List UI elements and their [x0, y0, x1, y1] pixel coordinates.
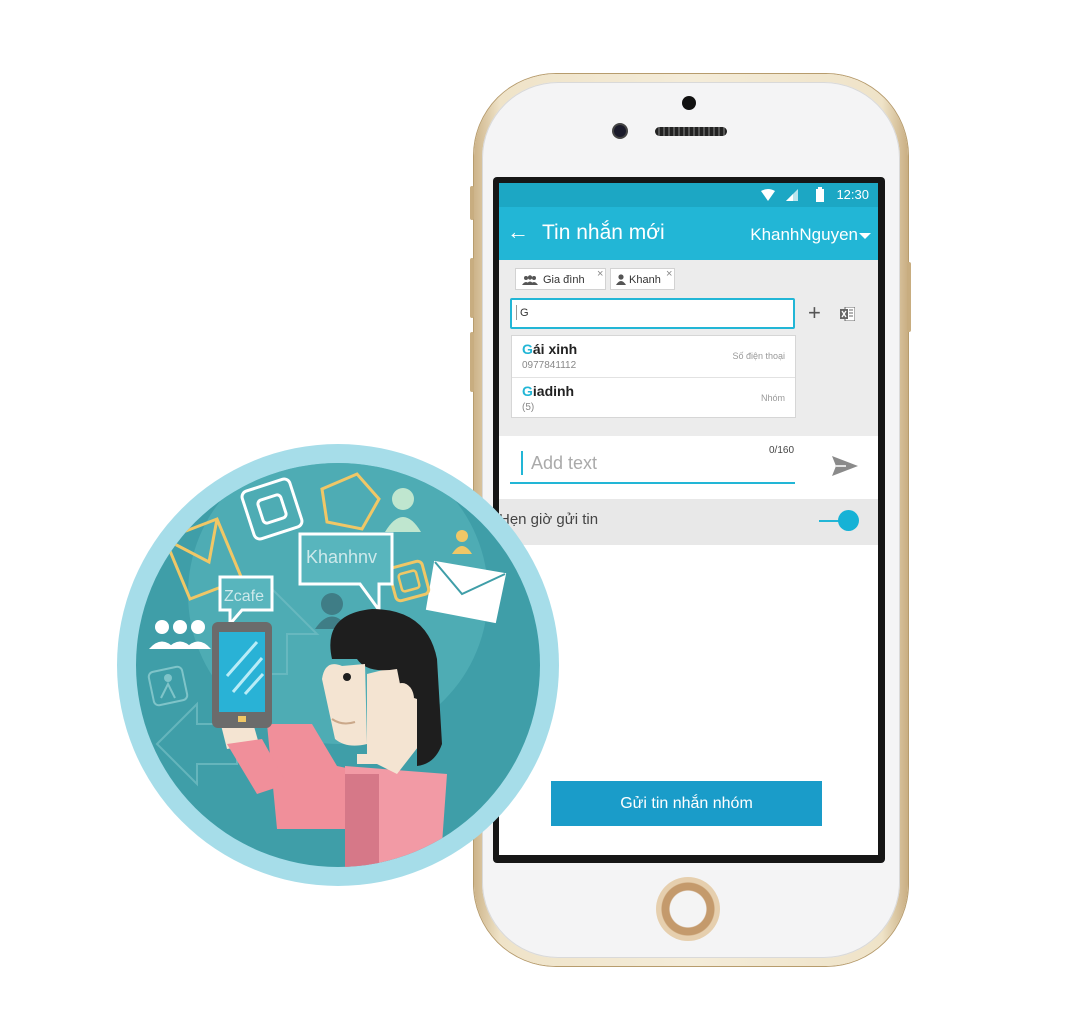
- phone-power-button: [907, 262, 911, 332]
- suggestion-item[interactable]: Giadinh (5) Nhóm: [512, 377, 795, 418]
- battery-icon: [816, 187, 824, 202]
- schedule-toggle[interactable]: [838, 510, 859, 531]
- send-group-message-button[interactable]: Gửi tin nhắn nhóm: [551, 781, 822, 826]
- caret-down-icon[interactable]: [859, 233, 871, 239]
- person-icon: [616, 274, 626, 285]
- suggestion-item[interactable]: Gái xinh 0977841112 Số điện thoại: [512, 336, 795, 376]
- recipient-chip-group[interactable]: Gia đình ×: [515, 268, 606, 290]
- suggestion-list: Gái xinh 0977841112 Số điện thoại Giadin…: [511, 335, 796, 418]
- suggestion-type: Nhóm: [760, 393, 785, 403]
- app-bar: ← Tin nhắn mới KhanhNguyen: [499, 207, 878, 260]
- recipient-chip-label: Khanh: [629, 274, 661, 286]
- wifi-icon: [761, 189, 775, 201]
- search-value: G: [516, 305, 529, 320]
- bubble-text: Khanhnv: [306, 547, 377, 567]
- earpiece-speaker: [655, 127, 727, 136]
- recipient-chip-person[interactable]: Khanh ×: [610, 268, 675, 290]
- excel-import-icon[interactable]: [840, 307, 855, 321]
- proximity-sensor: [682, 96, 696, 110]
- send-icon[interactable]: [832, 456, 858, 476]
- add-recipient-icon[interactable]: +: [808, 301, 821, 325]
- phone-side-button: [470, 186, 474, 220]
- front-camera: [614, 125, 626, 137]
- handheld-phone-icon: [212, 622, 272, 728]
- suggestion-count: (5): [522, 402, 535, 413]
- character-counter: 0/160: [769, 445, 795, 456]
- suggestion-name: Giadinh: [522, 383, 575, 399]
- phone-side-button: [470, 332, 474, 392]
- suggestion-name: Gái xinh: [522, 341, 578, 357]
- recipient-search-input[interactable]: G: [510, 298, 795, 329]
- signal-icon: [786, 189, 798, 201]
- status-time: 12:30: [836, 187, 869, 202]
- group-icon: [522, 275, 538, 285]
- recipient-chip-label: Gia đình: [543, 274, 585, 286]
- back-arrow-icon[interactable]: ←: [507, 220, 529, 244]
- account-selector[interactable]: KhanhNguyen: [750, 225, 858, 245]
- suggestion-type: Số điện thoại: [732, 351, 785, 361]
- illustration: Khanhnv Zcafe: [117, 444, 559, 886]
- page-title: Tin nhắn mới: [542, 221, 665, 244]
- remove-recipient-icon[interactable]: ×: [666, 263, 672, 285]
- home-button[interactable]: [656, 877, 720, 941]
- remove-recipient-icon[interactable]: ×: [597, 263, 603, 285]
- suggestion-phone: 0977841112: [522, 360, 577, 371]
- status-bar: 12:30: [499, 183, 878, 207]
- phone-side-button: [470, 258, 474, 318]
- bubble-text: Zcafe: [224, 588, 264, 605]
